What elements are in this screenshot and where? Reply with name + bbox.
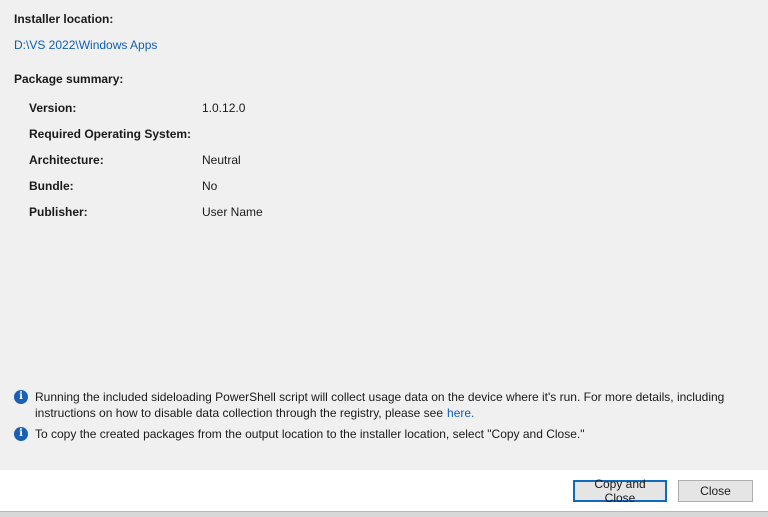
summary-value: Neutral [202,153,241,167]
dialog: Installer location: D:\VS 2022\Windows A… [0,0,768,517]
copy-and-close-button[interactable]: Copy and Close [573,477,667,505]
package-summary-label: Package summary: [14,72,124,86]
summary-key: Publisher: [29,205,88,219]
package-summary-table: Version: 1.0.12.0 Required Operating Sys… [29,101,429,231]
summary-key: Version: [29,101,77,115]
summary-key: Bundle: [29,179,74,193]
summary-value: 1.0.12.0 [202,101,246,115]
summary-value: No [202,179,218,193]
telemetry-here-link[interactable]: here. [447,406,474,420]
close-button[interactable]: Close [678,480,753,502]
info-notices: i Running the included sideloading Power… [14,389,754,447]
dialog-footer: Copy and Close Close [0,470,768,517]
installer-location-label: Installer location: [14,12,114,26]
copy-notice-text: To copy the created packages from the ou… [35,427,585,441]
summary-value: User Name [202,205,263,219]
summary-row-architecture: Architecture: Neutral [29,153,429,179]
summary-row-version: Version: 1.0.12.0 [29,101,429,127]
background-window-edge [0,511,768,517]
telemetry-notice-text: Running the included sideloading PowerSh… [35,389,754,421]
dialog-content: Installer location: D:\VS 2022\Windows A… [0,0,768,470]
summary-row-publisher: Publisher: User Name [29,205,429,231]
telemetry-notice-line2: instructions on how to disable data coll… [35,406,444,420]
telemetry-notice: i Running the included sideloading Power… [14,389,754,421]
telemetry-notice-line1: Running the included sideloading PowerSh… [35,390,725,404]
info-icon: i [14,390,28,404]
summary-key: Required Operating System: [29,127,192,141]
copy-notice: i To copy the created packages from the … [14,426,754,442]
summary-key: Architecture: [29,153,104,167]
installer-location-link[interactable]: D:\VS 2022\Windows Apps [14,38,157,52]
summary-row-required-os: Required Operating System: [29,127,429,153]
info-icon: i [14,427,28,441]
summary-row-bundle: Bundle: No [29,179,429,205]
